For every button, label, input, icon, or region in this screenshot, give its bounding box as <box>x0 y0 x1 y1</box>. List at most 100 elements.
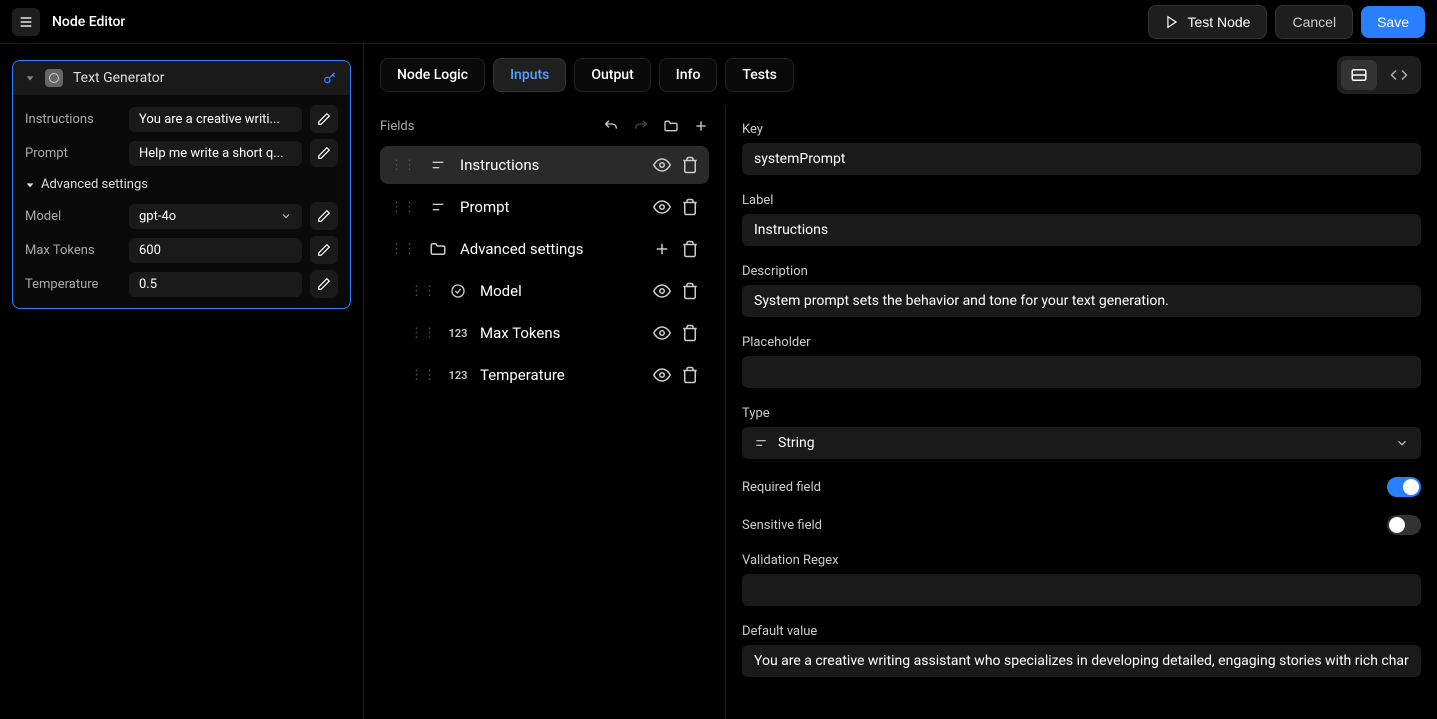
eye-button[interactable] <box>653 198 671 216</box>
redo-icon <box>633 118 649 134</box>
type-label: Type <box>742 406 1421 421</box>
edit-button[interactable] <box>310 270 338 298</box>
pencil-icon <box>317 277 331 291</box>
required-label: Required field <box>742 480 821 495</box>
trash-button[interactable] <box>681 366 699 384</box>
regex-label: Validation Regex <box>742 553 1421 568</box>
node-row-value[interactable]: Help me write a short q... <box>129 141 302 166</box>
pencil-icon <box>317 112 331 126</box>
drag-handle-icon[interactable]: ⋮⋮ <box>410 284 436 299</box>
field-row[interactable]: ⋮⋮ Prompt <box>380 188 709 226</box>
edit-button[interactable] <box>310 202 338 230</box>
tab-inputs[interactable]: Inputs <box>493 58 566 92</box>
pencil-icon <box>317 209 331 223</box>
field-row[interactable]: ⋮⋮ Instructions <box>380 146 709 184</box>
test-node-label: Test Node <box>1187 14 1250 30</box>
edit-button[interactable] <box>310 236 338 264</box>
plus-button[interactable] <box>653 240 671 258</box>
tab-tests[interactable]: Tests <box>725 58 793 92</box>
field-row[interactable]: ⋮⋮ Advanced settings <box>380 230 709 268</box>
number-type-icon: 123 <box>448 327 468 340</box>
field-row[interactable]: ⋮⋮ 123 Temperature <box>380 356 709 394</box>
folder-type-icon <box>428 240 448 258</box>
node-row-value[interactable]: 600 <box>129 238 302 263</box>
undo-button[interactable] <box>603 118 619 134</box>
menu-button[interactable] <box>12 8 40 36</box>
eye-button[interactable] <box>653 156 671 174</box>
default-label: Default value <box>742 624 1421 639</box>
save-button[interactable]: Save <box>1361 6 1425 38</box>
node-title: Text Generator <box>73 70 164 86</box>
folder-icon <box>663 118 679 134</box>
view-form-button[interactable] <box>1341 60 1377 90</box>
number-type-icon: 123 <box>448 369 468 382</box>
form-icon <box>1350 66 1368 84</box>
undo-icon <box>603 118 619 134</box>
text-type-icon <box>754 436 768 450</box>
tab-info[interactable]: Info <box>659 58 718 92</box>
description-input[interactable] <box>742 285 1421 317</box>
node-type-icon <box>45 69 63 87</box>
description-label: Description <box>742 264 1421 279</box>
trash-button[interactable] <box>681 198 699 216</box>
model-select[interactable]: gpt-4o <box>129 204 302 229</box>
folder-button[interactable] <box>663 118 679 134</box>
select-type-icon <box>448 283 468 299</box>
view-code-button[interactable] <box>1381 60 1417 90</box>
eye-button[interactable] <box>653 324 671 342</box>
field-name: Prompt <box>460 198 641 216</box>
tab-output[interactable]: Output <box>574 58 650 92</box>
field-row[interactable]: ⋮⋮ 123 Max Tokens <box>380 314 709 352</box>
eye-button[interactable] <box>653 282 671 300</box>
field-name: Temperature <box>480 366 641 384</box>
drag-handle-icon[interactable]: ⋮⋮ <box>390 158 416 173</box>
placeholder-input[interactable] <box>742 356 1421 388</box>
sensitive-label: Sensitive field <box>742 518 822 533</box>
required-toggle[interactable] <box>1387 477 1421 497</box>
advanced-settings-toggle[interactable]: Advanced settings <box>25 173 338 196</box>
eye-button[interactable] <box>653 366 671 384</box>
key-label: Key <box>742 122 1421 137</box>
key-icon[interactable] <box>322 70 338 86</box>
collapse-icon[interactable] <box>25 73 35 83</box>
edit-button[interactable] <box>310 105 338 133</box>
node-card: Text Generator Instructions You are a cr… <box>12 60 351 309</box>
redo-button <box>633 118 649 134</box>
drag-handle-icon[interactable]: ⋮⋮ <box>390 200 416 215</box>
trash-button[interactable] <box>681 240 699 258</box>
node-row-label: Temperature <box>25 277 121 292</box>
node-row-label: Max Tokens <box>25 243 121 258</box>
regex-input[interactable] <box>742 574 1421 606</box>
node-row-instructions: Instructions You are a creative writi... <box>25 105 338 133</box>
default-input[interactable] <box>742 645 1421 677</box>
text-type-icon <box>428 199 448 215</box>
field-row[interactable]: ⋮⋮ Model <box>380 272 709 310</box>
type-select[interactable]: String <box>742 427 1421 459</box>
cancel-button[interactable]: Cancel <box>1275 5 1353 39</box>
node-row-maxtokens: Max Tokens 600 <box>25 236 338 264</box>
plus-icon <box>693 118 709 134</box>
node-row-value[interactable]: 0.5 <box>129 272 302 297</box>
node-row-temperature: Temperature 0.5 <box>25 270 338 298</box>
trash-button[interactable] <box>681 156 699 174</box>
pencil-icon <box>317 243 331 257</box>
node-row-prompt: Prompt Help me write a short q... <box>25 139 338 167</box>
edit-button[interactable] <box>310 139 338 167</box>
node-row-model: Model gpt-4o <box>25 202 338 230</box>
field-name: Model <box>480 282 641 300</box>
sensitive-toggle[interactable] <box>1387 515 1421 535</box>
drag-handle-icon[interactable]: ⋮⋮ <box>410 368 436 383</box>
pencil-icon <box>317 146 331 160</box>
drag-handle-icon[interactable]: ⋮⋮ <box>410 326 436 341</box>
node-row-label: Model <box>25 209 121 224</box>
add-field-button[interactable] <box>693 118 709 134</box>
node-row-value[interactable]: You are a creative writi... <box>129 107 302 132</box>
test-node-button[interactable]: Test Node <box>1148 5 1267 39</box>
tab-node-logic[interactable]: Node Logic <box>380 58 485 92</box>
key-input[interactable] <box>742 143 1421 175</box>
trash-button[interactable] <box>681 324 699 342</box>
field-name: Max Tokens <box>480 324 641 342</box>
trash-button[interactable] <box>681 282 699 300</box>
drag-handle-icon[interactable]: ⋮⋮ <box>390 242 416 257</box>
label-input[interactable] <box>742 214 1421 246</box>
